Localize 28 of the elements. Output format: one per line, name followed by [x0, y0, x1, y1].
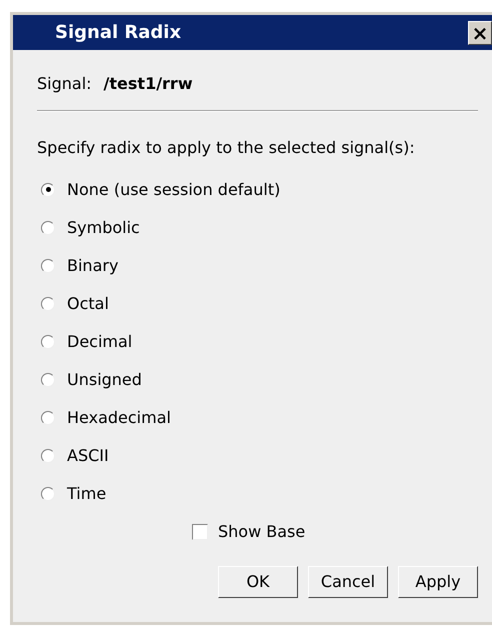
- signal-label: Signal:: [37, 73, 92, 95]
- radio-label[interactable]: ASCII: [67, 444, 109, 467]
- dialog-button[interactable]: OK: [218, 566, 298, 598]
- radio-label[interactable]: Decimal: [67, 330, 132, 353]
- signal-path: /test1/rrw: [104, 73, 193, 95]
- radio-button[interactable]: [41, 220, 55, 234]
- radio-label[interactable]: None (use session default): [67, 178, 280, 201]
- radio-button[interactable]: [41, 448, 55, 462]
- radio-button[interactable]: [41, 410, 55, 424]
- dialog-button[interactable]: Apply: [398, 566, 478, 598]
- instruction-text: Specify radix to apply to the selected signal(s):: [37, 137, 416, 159]
- radio-button[interactable]: [41, 372, 55, 386]
- checkbox[interactable]: [192, 524, 208, 540]
- window-title: Signal Radix: [55, 21, 182, 45]
- radio-button[interactable]: [41, 486, 55, 500]
- radio-label[interactable]: Octal: [67, 292, 109, 315]
- checkbox-label[interactable]: Show Base: [218, 520, 306, 544]
- radio-button[interactable]: [41, 334, 55, 348]
- radio-button[interactable]: [41, 258, 55, 272]
- radio-label[interactable]: Binary: [67, 254, 118, 277]
- radio-label[interactable]: Symbolic: [67, 216, 140, 239]
- radio-button[interactable]: [41, 182, 55, 196]
- radio-button[interactable]: [41, 296, 55, 310]
- radio-label[interactable]: Unsigned: [67, 368, 142, 391]
- radio-label[interactable]: Hexadecimal: [67, 406, 171, 429]
- dialog-button[interactable]: Cancel: [308, 566, 388, 598]
- close-button[interactable]: ×: [468, 20, 492, 44]
- radio-label[interactable]: Time: [67, 482, 106, 505]
